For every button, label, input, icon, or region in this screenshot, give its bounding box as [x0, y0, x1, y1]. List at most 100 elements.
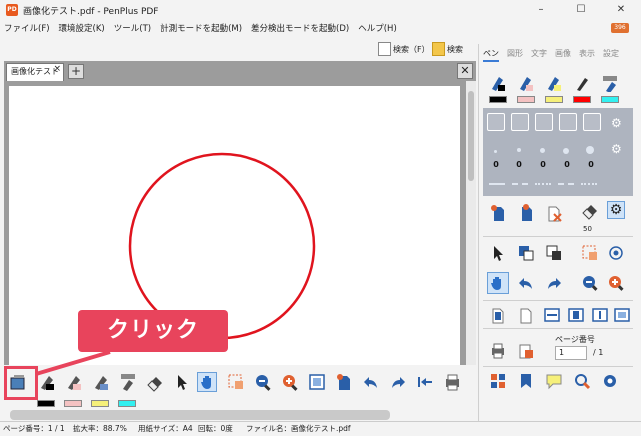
delete-page-icon[interactable]: [545, 204, 563, 222]
panel-zoom-in-icon[interactable]: [607, 274, 625, 292]
page-number-input[interactable]: 1: [555, 346, 587, 360]
zoom-in-icon[interactable]: [280, 372, 300, 392]
send-back-icon[interactable]: [545, 244, 563, 262]
close-window-button[interactable]: ✕: [601, 0, 641, 20]
folder-search-button[interactable]: 検索: [432, 41, 463, 57]
redo-icon[interactable]: [388, 372, 408, 392]
document-tab[interactable]: 画像化テスト ×: [6, 63, 64, 81]
stroke-slot-4[interactable]: [559, 113, 577, 131]
fit-page-icon[interactable]: [567, 306, 585, 324]
maximize-button[interactable]: ☐: [561, 0, 601, 20]
print-icon[interactable]: [442, 372, 462, 392]
undo-icon[interactable]: [361, 372, 381, 392]
line-dotted[interactable]: [535, 183, 551, 185]
page-view-icon[interactable]: [307, 372, 327, 392]
eraser-pen-icon[interactable]: [118, 372, 138, 392]
select-area-icon[interactable]: [226, 372, 246, 392]
zoom-out-icon[interactable]: [253, 372, 273, 392]
tab-shape[interactable]: 図形: [507, 48, 523, 59]
width-dot-1[interactable]: [494, 150, 497, 153]
apps-grid-icon[interactable]: [489, 372, 507, 390]
pen-yellow-icon[interactable]: [545, 74, 563, 92]
width-gear-icon[interactable]: ⚙: [611, 142, 622, 156]
fit-height-icon[interactable]: [591, 306, 609, 324]
panel-pointer-icon[interactable]: [489, 244, 507, 262]
eraser-pen-icon[interactable]: [601, 74, 619, 93]
menu-tools[interactable]: ツール(T): [114, 22, 151, 34]
black-swatch[interactable]: [37, 400, 55, 407]
line-longdash[interactable]: [581, 183, 597, 185]
insert-before-icon[interactable]: [489, 204, 507, 222]
panel-redo-icon[interactable]: [545, 274, 563, 292]
tab-close-icon[interactable]: ×: [53, 61, 61, 77]
horizontal-scrollbar[interactable]: [10, 410, 390, 420]
tab-pen[interactable]: ペン: [483, 48, 499, 62]
eraser-icon[interactable]: [145, 372, 165, 392]
insert-page-icon[interactable]: [334, 372, 354, 392]
line-dashed[interactable]: [512, 183, 528, 185]
menu-help[interactable]: ヘルプ(H): [358, 22, 397, 34]
menu-diff[interactable]: 差分検出モードを起動(D): [251, 22, 349, 34]
page-print-icon[interactable]: [489, 342, 507, 360]
hand-icon[interactable]: [197, 372, 217, 392]
panel-search-icon[interactable]: [573, 372, 591, 390]
stroke-slot-5[interactable]: [583, 113, 601, 131]
width-dot-3[interactable]: [540, 148, 545, 153]
pen-color-cyan[interactable]: [601, 96, 619, 103]
insert-after-icon[interactable]: [517, 204, 535, 222]
blank-page-icon[interactable]: [517, 306, 535, 324]
single-page-icon[interactable]: [489, 306, 507, 324]
fit-width-icon[interactable]: [543, 306, 561, 324]
panel-hand-icon[interactable]: [487, 272, 509, 294]
marker-icon[interactable]: [64, 372, 84, 392]
tab-view[interactable]: 表示: [579, 48, 595, 59]
pen-color-red[interactable]: [573, 96, 591, 103]
stroke-slot-2[interactable]: [511, 113, 529, 131]
search-button[interactable]: 検索（F）: [378, 41, 430, 57]
yellow-swatch[interactable]: [91, 400, 109, 407]
actual-size-icon[interactable]: [613, 306, 631, 324]
width-dot-5[interactable]: [586, 146, 594, 154]
panel-eraser-icon[interactable]: [581, 202, 599, 220]
line-solid[interactable]: [489, 183, 505, 185]
target-icon[interactable]: [607, 244, 625, 262]
tab-settings[interactable]: 設定: [603, 48, 619, 59]
pen-icon[interactable]: [37, 372, 57, 392]
close-document-button[interactable]: ✕: [457, 63, 473, 79]
panel-select-area-icon[interactable]: [581, 244, 599, 262]
jump-back-icon[interactable]: [415, 372, 435, 392]
menu-measure[interactable]: 計測モードを起動(M): [160, 22, 242, 34]
pen-pink-icon[interactable]: [517, 74, 535, 92]
highlighter-icon[interactable]: [91, 372, 111, 392]
bring-front-icon[interactable]: [517, 244, 535, 262]
cyan-swatch[interactable]: [118, 400, 136, 407]
brush-icon[interactable]: [573, 74, 591, 92]
tab-image[interactable]: 画像: [555, 48, 571, 59]
vertical-scroll-thumb[interactable]: [468, 91, 474, 181]
bookmark-icon[interactable]: [517, 372, 535, 390]
pen-black-icon[interactable]: [489, 74, 507, 92]
minimize-button[interactable]: –: [521, 0, 561, 20]
pen-color-black[interactable]: [489, 96, 507, 103]
comment-icon[interactable]: [545, 372, 563, 390]
app-settings-gear-icon[interactable]: [601, 372, 619, 390]
panel-undo-icon[interactable]: [517, 274, 535, 292]
pointer-icon[interactable]: [172, 372, 192, 392]
pdf-page-canvas[interactable]: [9, 86, 460, 369]
width-dot-2[interactable]: [517, 148, 521, 152]
page-export-icon[interactable]: [517, 342, 535, 360]
stroke-slot-3[interactable]: [535, 113, 553, 131]
pink-swatch[interactable]: [64, 400, 82, 407]
pen-color-yellow[interactable]: [545, 96, 563, 103]
stroke-gear-icon[interactable]: ⚙: [611, 116, 622, 130]
tab-text[interactable]: 文字: [531, 48, 547, 59]
line-dashdot[interactable]: [558, 183, 574, 185]
pen-color-pink[interactable]: [517, 96, 535, 103]
menu-file[interactable]: ファイル(F): [4, 22, 50, 34]
vertical-scrollbar[interactable]: [466, 81, 476, 369]
add-tab-button[interactable]: +: [68, 64, 84, 79]
width-dot-4[interactable]: [563, 148, 569, 154]
panel-zoom-out-icon[interactable]: [581, 274, 599, 292]
panel-settings-gear-icon[interactable]: ⚙: [607, 201, 625, 219]
stroke-slot-1[interactable]: [487, 113, 505, 131]
